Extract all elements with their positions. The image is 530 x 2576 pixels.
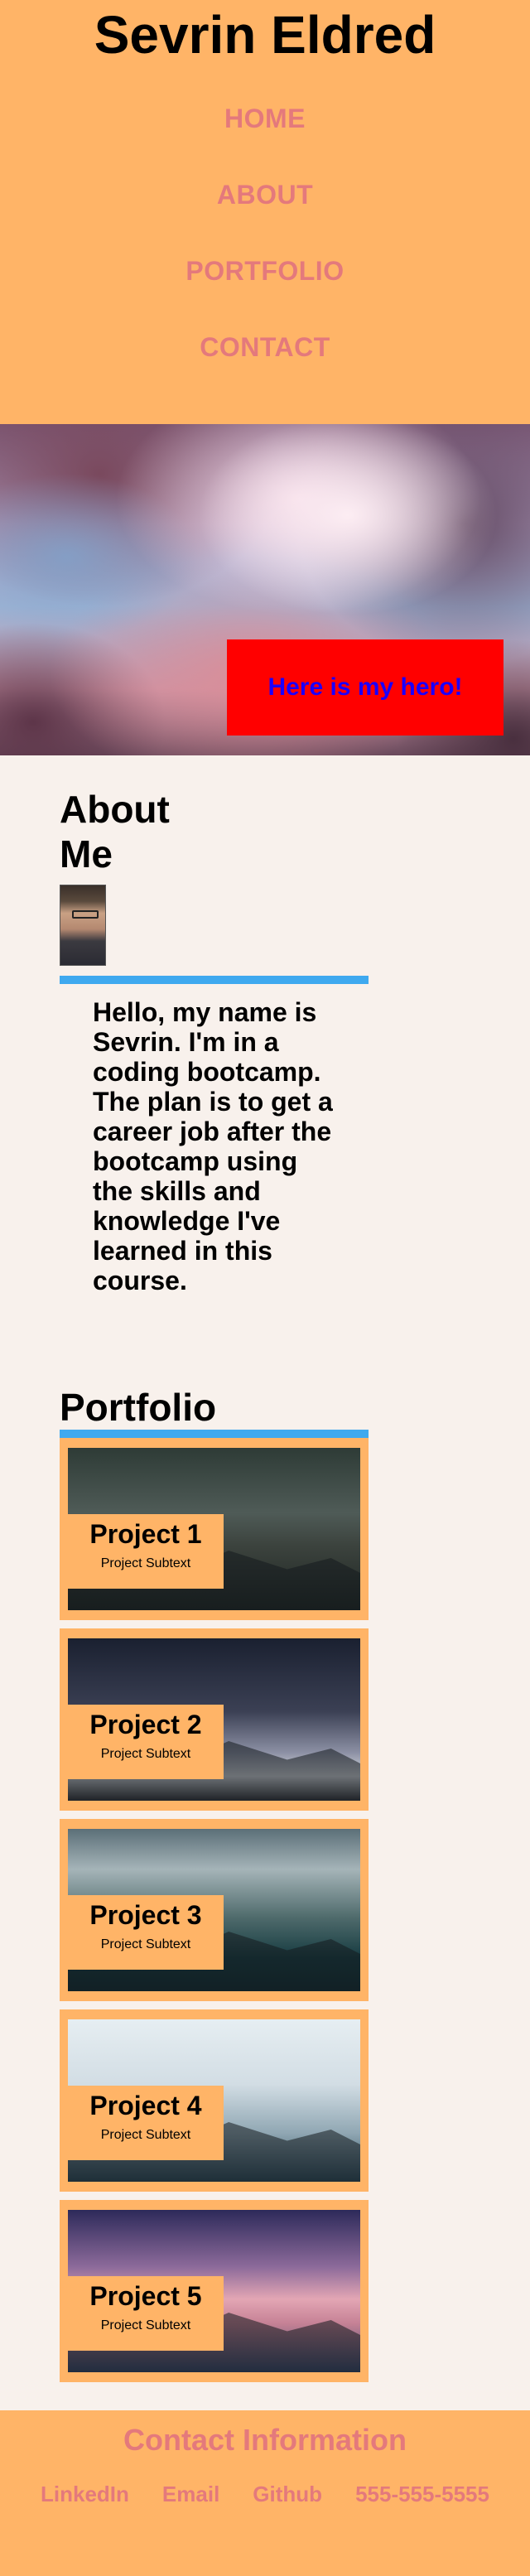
phone-link[interactable]: 555-555-5555	[355, 2482, 489, 2507]
project-caption: Project 1 Project Subtext	[68, 1514, 224, 1589]
project-image: Project 5 Project Subtext	[68, 2210, 360, 2372]
github-link[interactable]: Github	[253, 2482, 322, 2507]
site-footer: Contact Information LinkedIn Email Githu…	[0, 2410, 530, 2576]
project-subtitle: Project Subtext	[100, 2318, 191, 2332]
project-card-3[interactable]: Project 3 Project Subtext	[60, 1819, 369, 2001]
project-title: Project 4	[89, 2091, 202, 2120]
linkedin-link[interactable]: LinkedIn	[41, 2482, 129, 2507]
project-card-1[interactable]: Project 1 Project Subtext	[60, 1438, 369, 1620]
project-list: Project 1 Project Subtext Project 2 Proj…	[60, 1438, 369, 2382]
project-caption: Project 5 Project Subtext	[68, 2276, 224, 2351]
about-text: Hello, my name is Sevrin. I'm in a codin…	[93, 997, 333, 1295]
portfolio-divider	[60, 1430, 369, 1438]
about-section: About Me Hello, my name is Sevrin. I'm i…	[0, 755, 369, 1295]
site-title: Sevrin Eldred	[94, 5, 436, 65]
project-card-4[interactable]: Project 4 Project Subtext	[60, 2009, 369, 2192]
hero-callout-text: Here is my hero!	[267, 673, 463, 701]
main-nav: HOME ABOUT PORTFOLIO CONTACT	[0, 104, 530, 411]
project-title: Project 1	[89, 1519, 202, 1549]
project-subtitle: Project Subtext	[100, 1747, 191, 1761]
project-subtitle: Project Subtext	[100, 1937, 191, 1951]
project-caption: Project 4 Project Subtext	[68, 2086, 224, 2160]
about-divider	[60, 976, 369, 984]
nav-item-portfolio: PORTFOLIO	[0, 258, 530, 335]
project-card-5[interactable]: Project 5 Project Subtext	[60, 2200, 369, 2382]
avatar	[60, 885, 106, 966]
contact-links: LinkedIn Email Github 555-555-5555	[0, 2482, 530, 2507]
hero-callout: Here is my hero!	[227, 639, 504, 736]
hero-banner: Here is my hero!	[0, 424, 530, 755]
nav-item-about: ABOUT	[0, 180, 530, 258]
nav-item-contact: CONTACT	[0, 332, 530, 411]
nav-link-about[interactable]: ABOUT	[217, 180, 313, 210]
portfolio-heading: Portfolio	[60, 1386, 217, 1429]
nav-link-contact[interactable]: CONTACT	[200, 332, 330, 362]
about-heading: About Me	[60, 788, 170, 876]
project-image: Project 4 Project Subtext	[68, 2019, 360, 2182]
nav-link-portfolio[interactable]: PORTFOLIO	[186, 256, 344, 286]
project-image: Project 1 Project Subtext	[68, 1448, 360, 1610]
project-image: Project 3 Project Subtext	[68, 1829, 360, 1991]
project-title: Project 3	[89, 1900, 202, 1930]
project-subtitle: Project Subtext	[100, 2128, 191, 2142]
portfolio-section: Portfolio Project 1 Project Subtext Proj…	[0, 1295, 369, 2382]
contact-heading: Contact Information	[123, 2423, 407, 2457]
project-caption: Project 3 Project Subtext	[68, 1895, 224, 1970]
site-header: Sevrin Eldred HOME ABOUT PORTFOLIO CONTA…	[0, 0, 530, 424]
nav-link-home[interactable]: HOME	[224, 104, 306, 133]
project-title: Project 2	[89, 1710, 202, 1739]
email-link[interactable]: Email	[162, 2482, 219, 2507]
project-card-2[interactable]: Project 2 Project Subtext	[60, 1628, 369, 1811]
project-title: Project 5	[89, 2281, 202, 2311]
nav-item-home: HOME	[0, 104, 530, 182]
project-image: Project 2 Project Subtext	[68, 1638, 360, 1801]
project-subtitle: Project Subtext	[100, 1556, 191, 1570]
project-caption: Project 2 Project Subtext	[68, 1705, 224, 1779]
